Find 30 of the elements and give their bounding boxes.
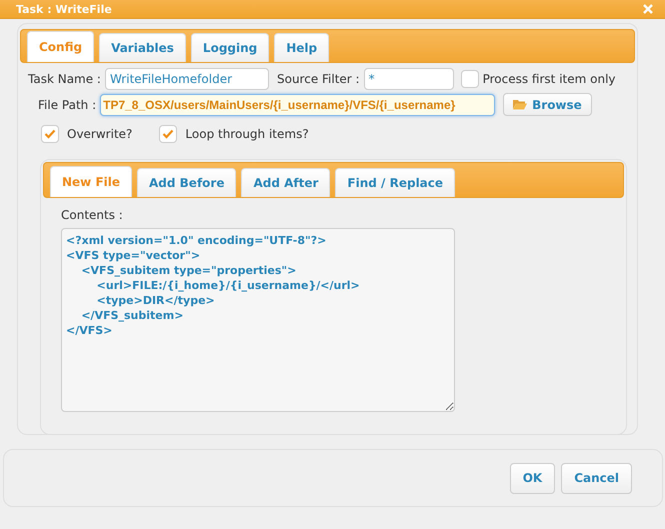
- checkbox[interactable]: [159, 125, 178, 143]
- checkbox-label: Loop through items?: [185, 127, 309, 141]
- browse-button[interactable]: Browse: [503, 93, 592, 116]
- ok-button[interactable]: OK: [510, 462, 556, 494]
- tab[interactable]: Add After: [241, 168, 330, 197]
- tab[interactable]: Help: [274, 33, 330, 62]
- contents-textarea[interactable]: <?xml version="1.0" encoding="UTF-8"?> <VFS type="vector"> <VFS_subitem type="properties"> <url>FILE:/{i_home}/{i_username}/</url> <type>DIR</type> </VFS_subitem> </VFS>: [61, 228, 455, 412]
- file-path-label: File Path :: [38, 98, 96, 112]
- tab[interactable]: Variables: [99, 33, 186, 62]
- checkbox-label: Overwrite?: [67, 127, 132, 141]
- tab[interactable]: New File: [50, 166, 132, 197]
- checkbox-label: Process first item only: [482, 72, 616, 86]
- source-filter-field[interactable]: *: [364, 68, 454, 90]
- tab[interactable]: Config: [27, 31, 94, 62]
- checkbox[interactable]: [460, 70, 479, 88]
- source-filter-label: Source Filter :: [276, 72, 360, 86]
- task-name-label: Task Name :: [28, 72, 101, 86]
- close-icon[interactable]: [643, 4, 653, 14]
- check-icon: [44, 129, 56, 139]
- task-name-field[interactable]: WriteFileHomefolder: [104, 68, 269, 90]
- check-icon: [162, 129, 174, 139]
- checkbox[interactable]: [41, 125, 59, 143]
- window-title: Task : WriteFile: [16, 2, 112, 16]
- folder-icon: [513, 99, 528, 110]
- tab[interactable]: Add Before: [137, 168, 236, 197]
- tab[interactable]: Logging: [190, 33, 270, 62]
- file-path-field[interactable]: TP7_8_OSX/users/MainUsers/{i_username}/VFS/{i_username}: [100, 94, 496, 116]
- contents-label: Contents :: [61, 208, 124, 222]
- cancel-button[interactable]: Cancel: [561, 462, 632, 494]
- tab[interactable]: Find / Replace: [335, 168, 456, 197]
